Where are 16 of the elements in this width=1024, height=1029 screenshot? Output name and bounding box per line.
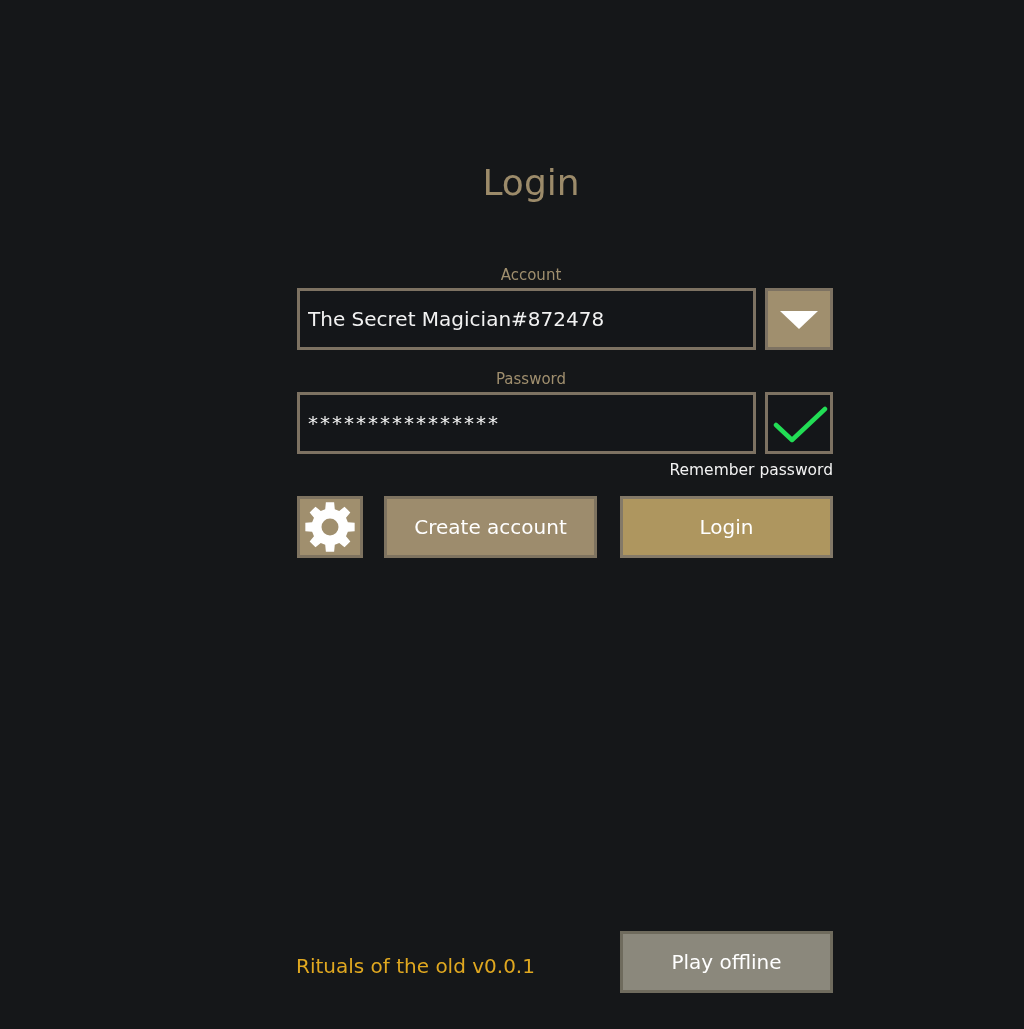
caret-icon — [780, 311, 818, 329]
create-account-button[interactable]: Create account — [384, 496, 597, 558]
login-button[interactable]: Login — [620, 496, 833, 558]
version-text: Rituals of the old v0.0.1 — [296, 954, 535, 978]
remember-password-checkbox[interactable] — [765, 392, 833, 454]
login-title: Login — [482, 161, 580, 205]
checkmark-icon — [772, 405, 828, 443]
account-dropdown-button[interactable] — [765, 288, 833, 350]
account-label: Account — [500, 265, 562, 285]
remember-password-label: Remember password — [669, 460, 833, 480]
play-offline-button[interactable]: Play offline — [620, 931, 833, 993]
account-field[interactable]: The Secret Magician#872478 — [297, 288, 756, 350]
password-label: Password — [495, 369, 567, 389]
settings-icon — [304, 501, 356, 553]
password-field[interactable]: **************** — [297, 392, 756, 454]
settings-button[interactable] — [297, 496, 363, 558]
